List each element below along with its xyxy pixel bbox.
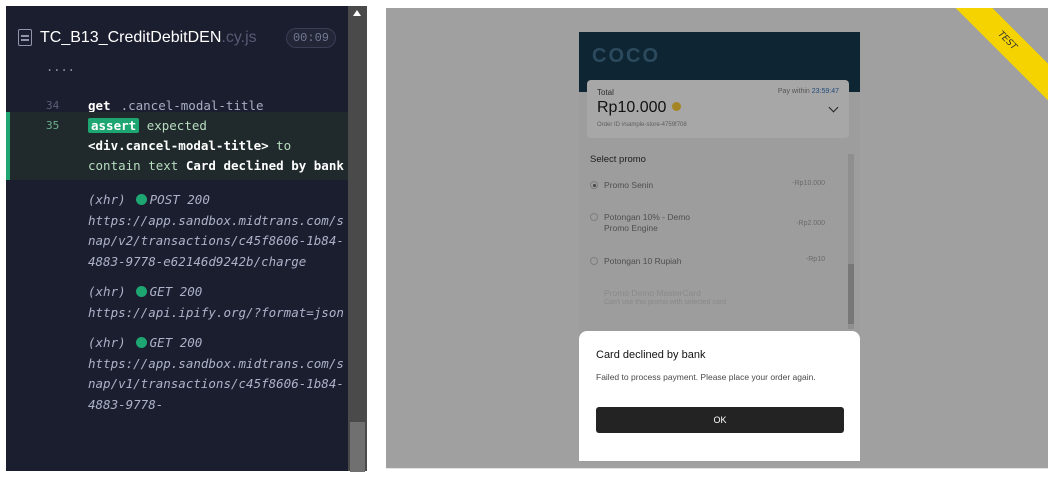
duration-badge: 00:09 [286, 28, 336, 48]
status-dot-icon [135, 286, 147, 297]
assert-contain: contain text [88, 158, 179, 173]
test-ribbon: TEST [937, 8, 1048, 111]
coin-icon [672, 102, 682, 111]
assert-element: <div.cancel-modal-title> [88, 138, 269, 153]
cancel-modal: Card declined by bank Failed to process … [579, 331, 860, 461]
promo-restriction: Can't use this promo with selected card [604, 299, 726, 306]
promo-name: Promo Senin [604, 180, 654, 190]
xhr-method: POST 200 [149, 192, 210, 207]
assert-badge: assert [88, 118, 140, 133]
promo-section-title: Select promo [590, 154, 646, 165]
pay-within-time: 23:59:47 [811, 88, 839, 95]
assert-expected-text: Card declined by bank [185, 158, 344, 173]
total-label: Total [597, 88, 614, 97]
command-name: get [88, 98, 111, 113]
cancel-modal-message: Failed to process payment. Please place … [596, 372, 816, 382]
promo-scrollbar[interactable] [848, 154, 854, 329]
xhr-row[interactable]: (xhr) POST 200 https://app.sandbox.midtra… [6, 190, 351, 272]
command-row-get[interactable]: 34 get .cancel-modal-title [6, 78, 351, 113]
xhr-url: https://api.ipify.org/?format=json [88, 304, 344, 320]
command-row-assert[interactable]: 35 assert expected <div.cancel-modal-tit… [6, 112, 351, 180]
xhr-url: https://app.sandbox.midtrans.com/snap/v2… [88, 212, 344, 269]
spec-header: TC_B13_CreditDebitDEN.cy.js 00:09 .... [6, 6, 367, 78]
spec-base-name: TC_B13_CreditDebitDEN [40, 29, 222, 46]
radio-selected-icon[interactable] [590, 181, 598, 189]
file-icon [18, 29, 32, 46]
radio-icon[interactable] [590, 257, 598, 265]
app-preview: TEST COCO Total Rp10.000 Order ID #sampl… [386, 8, 1048, 468]
previous-command-text: .... [46, 66, 75, 74]
command-log-scrollbar[interactable] [348, 6, 367, 472]
spec-extension: .cy.js [221, 29, 257, 46]
promo-price: -Rp10.000 [792, 180, 825, 187]
assert-word: expected [146, 118, 207, 133]
xhr-kind: (xhr) [88, 335, 126, 350]
xhr-row[interactable]: (xhr) GET 200 https://app.sandbox.midtran… [6, 333, 351, 415]
promo-price: -Rp2.000 [796, 220, 825, 227]
xhr-url: https://app.sandbox.midtrans.com/snap/v1… [88, 355, 344, 412]
promo-name: Potongan 10 Rupiah [604, 256, 682, 266]
pay-within-label: Pay within [777, 88, 810, 95]
command-list: 34 get .cancel-modal-title 35 assert expe… [6, 78, 351, 415]
scroll-up-arrow-icon[interactable] [353, 10, 361, 16]
radio-icon[interactable] [590, 213, 598, 221]
xhr-row[interactable]: (xhr) GET 200 https://api.ipify.org/?form… [6, 282, 351, 323]
divider [386, 468, 1048, 469]
promo-name: Potongan 10% - Demo Promo Engine [604, 212, 690, 233]
ok-button[interactable]: OK [596, 407, 844, 433]
command-log-panel: TC_B13_CreditDebitDEN.cy.js 00:09 .... 3… [6, 6, 367, 471]
command-selector: .cancel-modal-title [120, 98, 264, 113]
command-number: 35 [46, 119, 60, 132]
previous-command-row: .... [46, 66, 316, 76]
pay-within: Pay within 23:59:47 [778, 88, 839, 95]
spec-file-name[interactable]: TC_B13_CreditDebitDEN.cy.js [40, 29, 257, 47]
assert-to: to [276, 138, 292, 153]
status-dot-icon [135, 337, 147, 348]
promo-scroll-thumb[interactable] [848, 264, 854, 324]
cancel-modal-title: Card declined by bank [596, 349, 706, 361]
promo-name: Promo Demo MasterCard [604, 288, 701, 298]
status-dot-icon [135, 194, 147, 205]
promo-price: -Rp10 [805, 256, 825, 263]
chevron-down-icon[interactable] [828, 102, 839, 113]
order-id: Order ID #sample-store-4759f708 [597, 122, 687, 128]
total-amount: Rp10.000 [597, 99, 682, 117]
xhr-method: GET 200 [149, 284, 203, 299]
xhr-method: GET 200 [149, 335, 203, 350]
merchant-logo: COCO [592, 45, 660, 67]
amount-value: Rp10.000 [597, 99, 667, 116]
scroll-thumb[interactable] [350, 422, 365, 472]
xhr-kind: (xhr) [88, 192, 126, 207]
order-summary[interactable]: Total Rp10.000 Order ID #sample-store-47… [587, 80, 849, 138]
xhr-kind: (xhr) [88, 284, 126, 299]
